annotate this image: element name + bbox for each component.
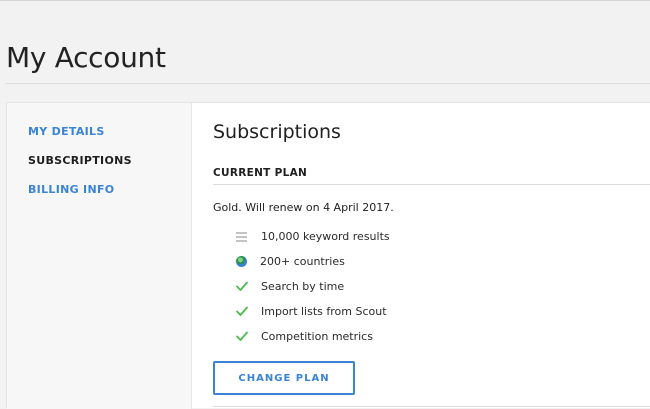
plan-description: Gold. Will renew on 4 April 2017. [213,201,394,214]
feature-item: Search by time [235,278,344,294]
list-bars-icon [235,229,249,243]
globe-icon [236,255,247,267]
section-title: Subscriptions [213,121,341,143]
feature-label: Import lists from Scout [261,304,387,318]
feature-label: 10,000 keyword results [261,229,390,243]
feature-item: 10,000 keyword results [235,228,390,244]
feature-item: Import lists from Scout [235,303,387,319]
feature-item: Competition metrics [235,328,373,344]
bottom-divider [213,406,650,407]
current-plan-heading: CURRENT PLAN [213,167,308,179]
check-icon [235,304,249,318]
account-sidebar: MY DETAILS SUBSCRIPTIONS BILLING INFO [7,103,192,409]
change-plan-button[interactable]: CHANGE PLAN [213,361,355,395]
page-title: My Account [6,41,166,74]
check-icon [235,329,249,343]
sidebar-item-my-details[interactable]: MY DETAILS [28,125,105,138]
current-plan-divider [213,184,650,185]
account-panel: MY DETAILS SUBSCRIPTIONS BILLING INFO Su… [6,102,650,409]
feature-label: Search by time [261,279,345,293]
sidebar-item-billing-info[interactable]: BILLING INFO [28,183,114,196]
sidebar-item-subscriptions[interactable]: SUBSCRIPTIONS [28,154,132,167]
top-border [0,0,650,1]
subscriptions-content: Subscriptions CURRENT PLAN Gold. Will re… [192,103,650,409]
feature-label: 200+ countries [260,254,345,268]
feature-item: 200+ countries [235,253,345,269]
check-icon [235,279,249,293]
title-divider [6,83,650,84]
feature-label: Competition metrics [261,329,373,343]
